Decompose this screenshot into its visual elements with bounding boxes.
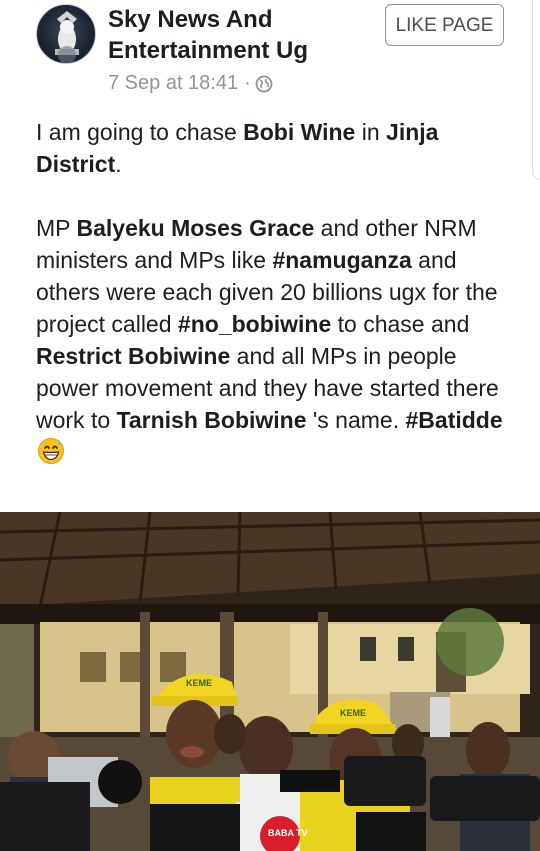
- bold-text: Balyeku Moses Grace: [76, 215, 315, 241]
- cap-1-text: KEME: [186, 678, 212, 688]
- post-header: Sky News And Entertainment Ug LIKE PAGE …: [0, 0, 540, 110]
- globe-icon[interactable]: [255, 75, 273, 93]
- adjacent-card-edge: [532, 0, 540, 180]
- bold-text: Bobi Wine: [243, 119, 356, 145]
- hashtag-link[interactable]: #Batidde: [406, 407, 503, 433]
- page-name[interactable]: Sky News And Entertainment Ug: [108, 4, 378, 66]
- text-span: I am going to chase: [36, 119, 244, 145]
- bold-text: Restrict Bobiwine: [36, 343, 231, 369]
- avatar-icon: [55, 11, 79, 63]
- post-photo[interactable]: KEME KEME BABA TV: [0, 512, 540, 851]
- post-paragraph-2: MP Balyeku Moses Grace and other NRM min…: [36, 212, 506, 468]
- text-span: in: [355, 119, 387, 145]
- photo-image: KEME KEME BABA TV: [0, 512, 540, 851]
- page-avatar[interactable]: [36, 4, 96, 64]
- hashtag-link[interactable]: #no_bobiwine: [178, 311, 331, 337]
- meta-separator: ·: [244, 72, 251, 94]
- post-text: I am going to chase Bobi Wine in Jinja D…: [36, 116, 506, 468]
- text-span: .: [115, 151, 122, 177]
- post-meta: 7 Sep at 18:41 ·: [108, 72, 273, 95]
- cap-2-text: KEME: [340, 708, 366, 718]
- grinning-sweat-emoji-icon: [37, 437, 65, 465]
- post-timestamp[interactable]: 7 Sep at 18:41: [108, 72, 238, 95]
- mic-flag-text: BABA TV: [268, 828, 308, 838]
- hashtag-link[interactable]: #namuganza: [272, 247, 411, 273]
- text-span: 's name.: [306, 407, 406, 433]
- post-paragraph-1: I am going to chase Bobi Wine in Jinja D…: [36, 116, 506, 180]
- text-span: MP: [36, 215, 77, 241]
- bold-text: Tarnish Bobiwine: [116, 407, 307, 433]
- like-page-button[interactable]: LIKE PAGE: [385, 4, 504, 46]
- text-span: to chase and: [331, 311, 470, 337]
